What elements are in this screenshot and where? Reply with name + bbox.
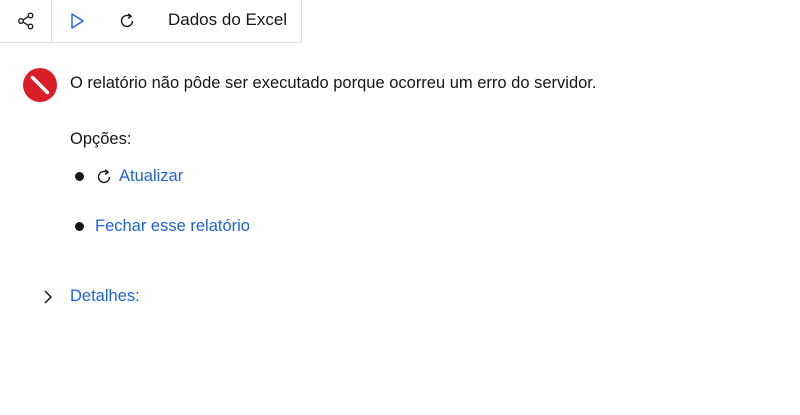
toolbar: Dados do Excel [0,0,302,43]
refresh-icon [97,169,111,184]
refresh-button[interactable] [102,0,152,42]
bullet [75,172,84,181]
chevron-right-icon[interactable] [40,288,56,306]
close-report-link[interactable]: Fechar esse relatório [95,215,250,237]
share-icon [17,12,33,30]
error-blocked-icon [23,68,57,102]
refresh-icon [120,13,134,28]
share-button[interactable] [0,0,52,42]
details-toggle[interactable]: Detalhes: [70,285,140,307]
run-button[interactable] [52,0,102,42]
report-title: Dados do Excel [168,10,288,29]
play-icon [71,13,84,29]
bullet [75,222,84,231]
error-message: O relatório não pôde ser executado porqu… [70,74,597,92]
refresh-link[interactable]: Atualizar [119,165,183,187]
options-label: Opções: [70,130,132,148]
